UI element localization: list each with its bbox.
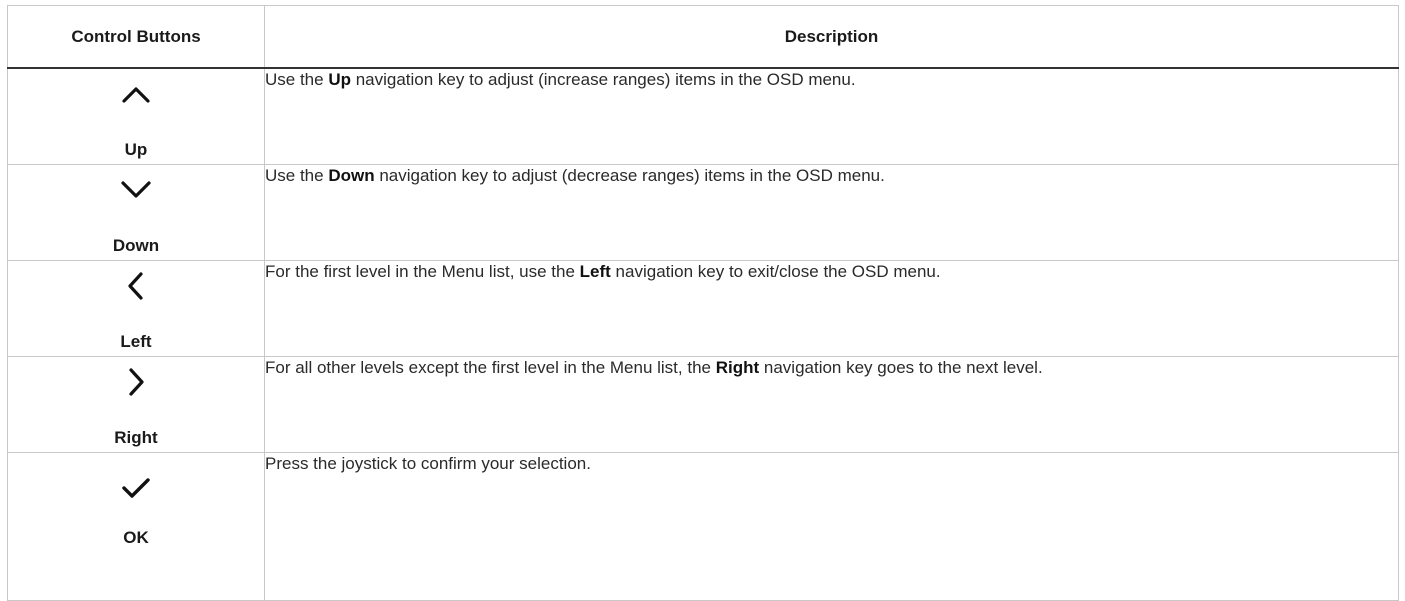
description-key: Left xyxy=(579,261,611,281)
button-label: Up xyxy=(124,139,148,159)
table-header-row: Control Buttons Description xyxy=(7,5,1399,69)
control-buttons-table: Control Buttons Description Up Use the U… xyxy=(7,5,1399,601)
description-cell: Use the Up navigation key to adjust (inc… xyxy=(264,67,1399,165)
table-row: Right For all other levels except the fi… xyxy=(7,355,1399,453)
button-label: Down xyxy=(112,235,160,255)
control-button-cell: Up xyxy=(7,67,265,165)
button-label: Left xyxy=(120,331,152,351)
chevron-right-icon xyxy=(119,365,153,399)
description-text: navigation key to exit/close the OSD men… xyxy=(610,261,941,281)
chevron-down-icon xyxy=(119,173,153,207)
description-text: navigation key to adjust (decrease range… xyxy=(374,165,885,185)
control-button-cell: Down xyxy=(7,163,265,261)
table-row: Up Use the Up navigation key to adjust (… xyxy=(7,67,1399,165)
description-cell: Use the Down navigation key to adjust (d… xyxy=(264,163,1399,261)
control-button-cell: Left xyxy=(7,259,265,357)
description-key: Down xyxy=(328,165,375,185)
table-row: OK Press the joystick to confirm your se… xyxy=(7,451,1399,601)
description-cell: For all other levels except the first le… xyxy=(264,355,1399,453)
table-row: Left For the first level in the Menu lis… xyxy=(7,259,1399,357)
description-text: navigation key to adjust (increase range… xyxy=(350,70,856,89)
button-label: Right xyxy=(114,427,158,447)
chevron-up-icon xyxy=(119,77,153,111)
checkmark-icon xyxy=(119,471,153,505)
header-description: Description xyxy=(264,5,1399,69)
description-cell: Press the joystick to confirm your selec… xyxy=(264,451,1399,601)
control-button-cell: OK xyxy=(7,451,265,601)
description-text: Press the joystick to confirm your selec… xyxy=(265,453,591,473)
control-button-cell: Right xyxy=(7,355,265,453)
chevron-left-icon xyxy=(119,269,153,303)
table-row: Down Use the Down navigation key to adju… xyxy=(7,163,1399,261)
description-text: Use the xyxy=(265,70,329,89)
description-text: For the first level in the Menu list, us… xyxy=(265,261,580,281)
description-text: navigation key goes to the next level. xyxy=(759,357,1043,377)
header-control-buttons: Control Buttons xyxy=(7,5,265,69)
description-key: Right xyxy=(715,357,760,377)
button-label: OK xyxy=(123,527,149,547)
description-text: For all other levels except the first le… xyxy=(265,357,716,377)
description-key: Up xyxy=(328,70,351,89)
description-text: Use the xyxy=(265,165,329,185)
description-cell: For the first level in the Menu list, us… xyxy=(264,259,1399,357)
